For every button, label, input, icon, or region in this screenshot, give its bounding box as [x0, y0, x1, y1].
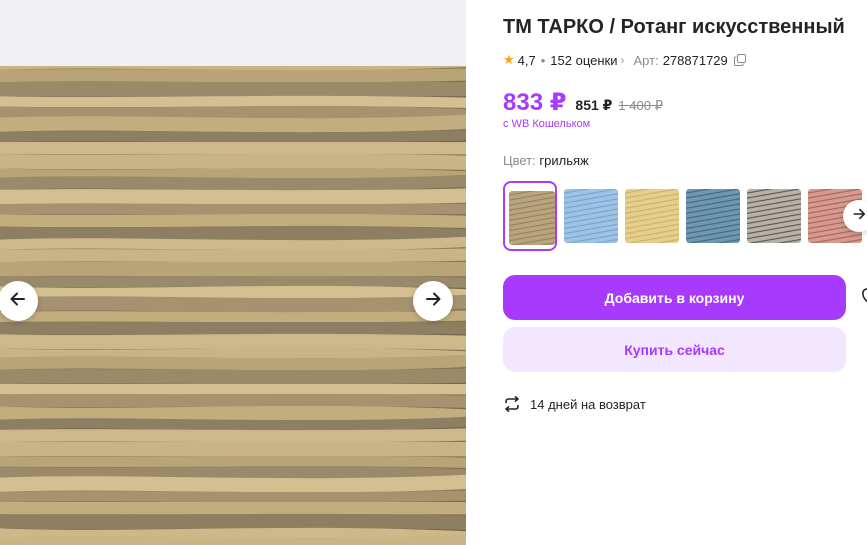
color-swatch[interactable]: [564, 181, 618, 251]
color-swatch-image: [509, 191, 555, 245]
arrow-right-icon: [423, 289, 443, 314]
color-swatch-image: [686, 189, 740, 243]
color-swatch-image: [625, 189, 679, 243]
product-info-panel: ТМ ТАРКО / Ротанг искусственный ★ 4,7 • …: [503, 0, 867, 545]
color-swatches: [503, 181, 867, 251]
price-wallet: 833 ₽: [503, 89, 567, 116]
buy-now-button[interactable]: Купить сейчас: [503, 327, 846, 372]
color-swatch[interactable]: [503, 181, 557, 251]
arrow-left-icon: [8, 289, 28, 314]
article-number: 278871729: [662, 52, 728, 68]
color-swatch-image: [747, 189, 801, 243]
swatches-next-button[interactable]: [843, 200, 867, 232]
color-swatch-image: [564, 189, 618, 243]
color-value: грильяж: [539, 153, 589, 168]
return-icon: [503, 396, 521, 412]
arrow-right-icon: [851, 206, 867, 227]
color-swatch[interactable]: [686, 181, 740, 251]
heart-icon[interactable]: [861, 288, 867, 306]
returns-text: 14 дней на возврат: [530, 396, 646, 412]
product-photo[interactable]: [0, 66, 466, 545]
color-swatch[interactable]: [747, 181, 801, 251]
price-regular: 851 ₽: [575, 97, 613, 113]
star-icon: ★: [503, 52, 515, 67]
rating-value: 4,7: [517, 52, 536, 68]
returns-info[interactable]: 14 дней на возврат: [503, 396, 646, 412]
article-label: Арт:: [633, 52, 659, 68]
reviews-link[interactable]: 152 оценки: [550, 53, 617, 68]
price-old: 1 400 ₽: [618, 98, 663, 113]
chevron-right-icon: ›: [620, 53, 625, 67]
gallery-next-button[interactable]: [413, 281, 453, 321]
product-title: ТМ ТАРКО / Ротанг искусственный: [503, 16, 845, 38]
add-to-cart-button[interactable]: Добавить в корзину: [503, 275, 846, 320]
gallery-header-area: [0, 0, 466, 66]
copy-icon[interactable]: [733, 54, 746, 66]
meta-separator: •: [540, 52, 546, 68]
wallet-note: с WB Кошельком: [503, 118, 591, 130]
color-label-title: Цвет:: [503, 153, 536, 168]
color-label: Цвет: грильяж: [503, 153, 589, 168]
price-row: 833 ₽ 851 ₽ 1 400 ₽: [503, 88, 663, 118]
product-meta: ★ 4,7 • 152 оценки › Арт: 278871729: [503, 52, 746, 68]
product-gallery: [0, 0, 466, 545]
color-swatch[interactable]: [625, 181, 679, 251]
